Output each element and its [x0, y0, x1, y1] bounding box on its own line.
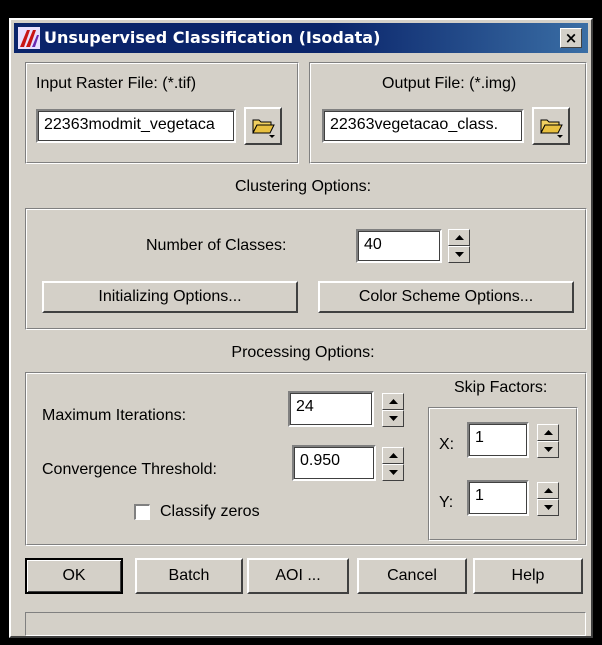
classify-zeros-label: Classify zeros: [160, 503, 260, 520]
input-file-field[interactable]: 22363modmit_vegetaca: [36, 109, 236, 143]
folder-open-icon: [540, 119, 563, 138]
skip-x-label: X:: [439, 436, 455, 453]
dialog-window: Unsupervised Classification (Isodata) × …: [9, 18, 593, 638]
arrow-down-icon: [389, 470, 398, 475]
processing-heading: Processing Options:: [231, 344, 375, 361]
spin-down-button[interactable]: [382, 464, 404, 481]
close-button[interactable]: ×: [560, 28, 582, 48]
spin-up-button[interactable]: [537, 482, 559, 499]
arrow-down-icon: [389, 416, 398, 421]
output-file-browse-button[interactable]: [532, 107, 570, 145]
aoi-label: AOI ...: [275, 567, 321, 584]
skip-y-label: Y:: [439, 494, 454, 511]
initializing-options-label: Initializing Options...: [98, 288, 242, 305]
color-scheme-options-button[interactable]: Color Scheme Options...: [318, 281, 574, 313]
spin-down-button[interactable]: [537, 499, 559, 516]
arrow-up-icon: [389, 453, 398, 458]
max-iterations-field[interactable]: 24: [288, 391, 374, 427]
max-iterations-spinner[interactable]: [382, 393, 404, 427]
output-file-group: Output File: (*.img) 22363vegetacao_clas…: [309, 62, 587, 164]
aoi-button[interactable]: AOI ...: [247, 558, 349, 594]
skip-x-field[interactable]: 1: [467, 422, 529, 458]
skip-x-spinner[interactable]: [537, 424, 559, 458]
num-classes-spinner[interactable]: [448, 229, 470, 263]
color-scheme-options-label: Color Scheme Options...: [358, 288, 534, 305]
batch-button[interactable]: Batch: [135, 558, 243, 594]
cancel-button[interactable]: Cancel: [357, 558, 467, 594]
spin-down-button[interactable]: [382, 410, 404, 427]
output-file-field[interactable]: 22363vegetacao_class.: [322, 109, 524, 143]
ok-label: OK: [62, 567, 86, 584]
title-bar[interactable]: Unsupervised Classification (Isodata) ×: [14, 23, 588, 53]
clustering-group: Number of Classes: 40 Initializing Optio…: [25, 208, 587, 330]
num-classes-field[interactable]: 40: [356, 229, 442, 263]
cancel-label: Cancel: [387, 567, 437, 584]
clustering-heading: Clustering Options:: [234, 178, 372, 195]
arrow-up-icon: [544, 430, 553, 435]
skip-y-spinner[interactable]: [537, 482, 559, 516]
help-label: Help: [511, 567, 545, 584]
max-iterations-label: Maximum Iterations:: [42, 407, 187, 424]
help-button[interactable]: Help: [473, 558, 583, 594]
skip-y-field[interactable]: 1: [467, 480, 529, 516]
input-file-group: Input Raster File: (*.tif) 22363modmit_v…: [25, 62, 299, 164]
status-bar: [25, 612, 586, 636]
spin-up-button[interactable]: [448, 229, 470, 246]
num-classes-label: Number of Classes:: [146, 237, 287, 254]
input-file-browse-button[interactable]: [244, 107, 282, 145]
spin-up-button[interactable]: [382, 393, 404, 410]
arrow-down-icon: [455, 252, 464, 257]
processing-group: Maximum Iterations: 24 Convergence Thres…: [25, 372, 587, 546]
convergence-threshold-spinner[interactable]: [382, 447, 404, 481]
classify-zeros-checkbox[interactable]: [134, 504, 150, 520]
skip-factors-group: X: 1 Y: 1: [428, 407, 578, 541]
arrow-down-icon: [544, 447, 553, 452]
initializing-options-button[interactable]: Initializing Options...: [42, 281, 298, 313]
arrow-down-icon: [544, 505, 553, 510]
ok-button[interactable]: OK: [25, 558, 123, 594]
arrow-up-icon: [544, 488, 553, 493]
arrow-up-icon: [389, 399, 398, 404]
spin-down-button[interactable]: [537, 441, 559, 458]
output-file-label: Output File: (*.img): [382, 75, 517, 92]
window-title: Unsupervised Classification (Isodata): [44, 28, 381, 47]
convergence-threshold-field[interactable]: 0.950: [292, 445, 376, 481]
skip-factors-heading: Skip Factors:: [454, 379, 548, 396]
batch-label: Batch: [168, 567, 210, 584]
spin-up-button[interactable]: [382, 447, 404, 464]
spin-down-button[interactable]: [448, 246, 470, 263]
input-file-label: Input Raster File: (*.tif): [36, 75, 197, 92]
folder-open-icon: [252, 119, 275, 138]
app-icon: [18, 27, 40, 49]
arrow-up-icon: [455, 235, 464, 240]
spin-up-button[interactable]: [537, 424, 559, 441]
convergence-threshold-label: Convergence Threshold:: [42, 461, 217, 478]
